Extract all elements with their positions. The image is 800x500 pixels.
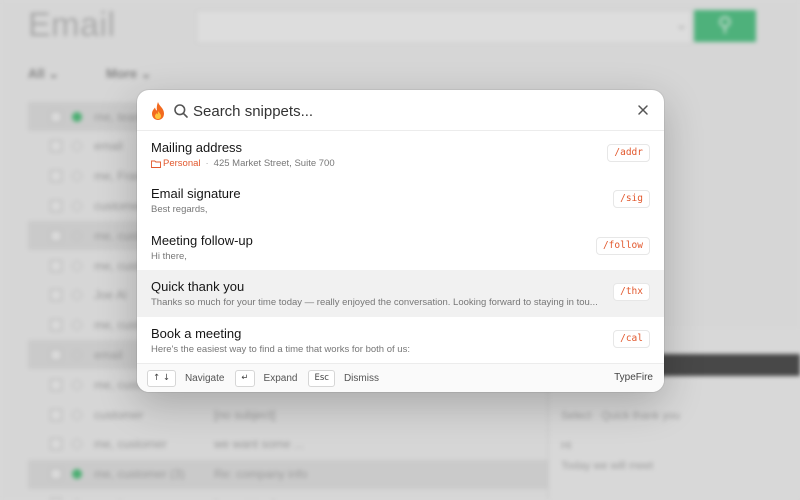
snippet-palette: Mailing address Personal · 425 Market St… [137,90,664,392]
snippet-preview: Best regards, [151,204,208,216]
palette-header [137,90,664,131]
snippet-item-quick-thank-you[interactable]: Quick thank you Thanks so much for your … [137,270,664,317]
snippet-item-meeting-follow-up[interactable]: Meeting follow-up Hi there, /follow [137,224,664,270]
snippet-item-book-a-meeting[interactable]: Book a meeting Here's the easiest way to… [137,317,664,363]
snippet-item-mailing-address[interactable]: Mailing address Personal · 425 Market St… [137,131,664,177]
snippet-preview: Here's the easiest way to find a time th… [151,343,410,355]
enter-key-hint: ↵ [235,369,255,387]
flame-icon [152,102,164,120]
search-icon [174,104,188,118]
separator-dot: · [205,158,209,169]
navigate-label: Navigate [184,372,225,384]
snippet-shortcut: /follow [595,236,650,255]
snippet-title: Book a meeting [151,325,242,341]
esc-key-hint: Esc [308,369,335,387]
snippet-item-email-signature[interactable]: Email signature Best regards, /sig [137,177,664,223]
snippet-preview: Personal · 425 Market Street, Suite 700 [151,158,335,169]
snippet-preview: Thanks so much for your time today — rea… [151,297,598,309]
arrow-keys-hint: ↑ ↓ [147,369,176,387]
snippet-shortcut: /cal [613,329,650,348]
snippet-shortcut: /sig [613,190,650,209]
folder-label: Personal [163,158,201,169]
close-icon[interactable] [634,101,652,119]
snippet-title: Email signature [151,186,241,202]
folder-tag: Personal [151,158,201,169]
snippet-title: Quick thank you [151,279,245,295]
snippet-title: Mailing address [151,140,243,155]
snippet-preview: Hi there, [151,250,187,262]
dismiss-label: Dismiss [343,372,379,384]
folder-icon [151,160,161,168]
snippet-title: Meeting follow-up [151,232,253,248]
expand-label: Expand [263,372,298,384]
snippet-preview-text: 425 Market Street, Suite 700 [213,158,335,169]
snippet-search-input[interactable] [193,99,613,123]
snippet-list: Mailing address Personal · 425 Market St… [137,131,664,363]
snippet-shortcut: /addr [607,144,650,162]
brand-label: TypeFire [614,372,653,383]
palette-footer: ↑ ↓ Navigate ↵ Expand Esc Dismiss TypeFi… [137,363,664,392]
snippet-shortcut: /thx [613,283,650,302]
